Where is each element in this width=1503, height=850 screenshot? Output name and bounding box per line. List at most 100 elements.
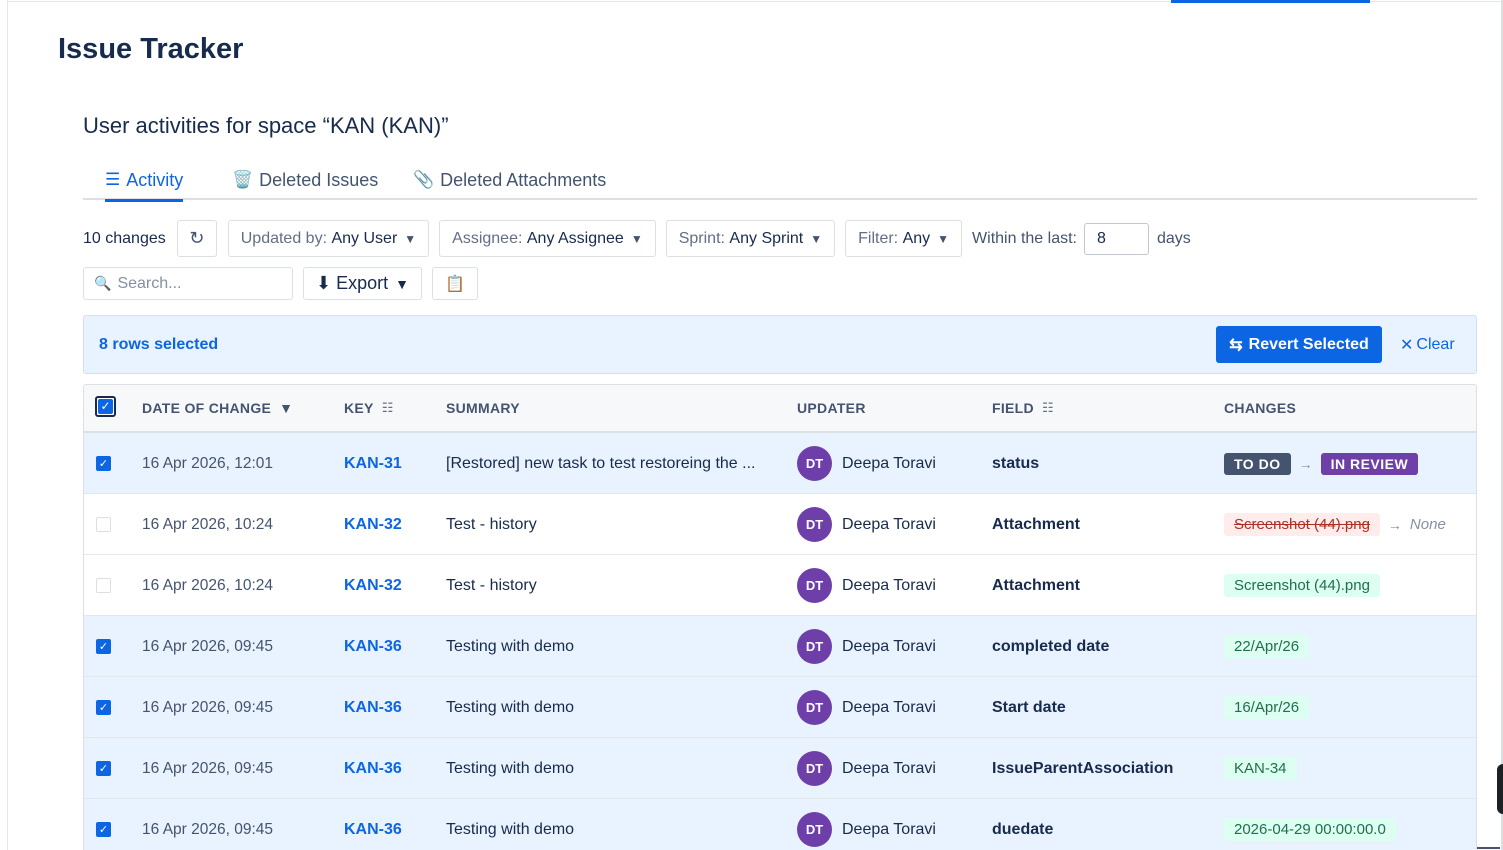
table-row[interactable]: ✓ 16 Apr 2026, 09:45 KAN-36 Testing with de… <box>84 799 1476 850</box>
arrow-right-icon: → <box>1387 516 1402 533</box>
revert-label: Revert Selected <box>1248 335 1369 353</box>
list-icon: ☰ <box>105 170 121 189</box>
chevron-down-icon: ▼ <box>395 275 409 292</box>
updater-name: Deepa Toravi <box>842 454 936 472</box>
change-values: KAN-34 <box>1224 738 1297 799</box>
check-icon: ✓ <box>98 763 109 775</box>
change-values: 16/Apr/26 <box>1224 677 1310 738</box>
changed-field: Start date <box>992 698 1066 716</box>
avatar: DT <box>797 568 832 603</box>
row-checkbox[interactable]: ✓ <box>96 700 111 715</box>
row-checkbox[interactable]: ✓ <box>96 761 111 776</box>
clear-button[interactable]: ✕ Clear <box>1400 335 1455 355</box>
added-value: Screenshot (44).png <box>1224 574 1380 597</box>
clipboard-icon: 📋 <box>445 275 465 293</box>
revert-selected-button[interactable]: ⇆ Revert Selected <box>1216 326 1382 363</box>
filter-dropdown[interactable]: Filter: Any ▼ <box>845 220 963 257</box>
changed-field: Attachment <box>992 576 1081 594</box>
updater: DT Deepa Toravi <box>797 616 936 677</box>
status-from-badge: TO DO <box>1224 452 1291 475</box>
status-to-badge: IN REVIEW <box>1320 452 1419 475</box>
issue-key-link[interactable]: KAN-32 <box>344 494 402 555</box>
assignee-value: Any Assignee <box>526 229 624 247</box>
check-icon: ✓ <box>98 702 109 714</box>
tab-deleted-issues[interactable]: 🗑️ Deleted Issues <box>232 160 378 200</box>
issue-key-link[interactable]: KAN-36 <box>344 677 402 738</box>
column-options-icon[interactable]: ☷ <box>1042 400 1054 416</box>
frame-left-border <box>7 0 8 850</box>
issue-key-link[interactable]: KAN-32 <box>344 555 402 616</box>
paperclip-icon: 📎 <box>413 170 435 189</box>
updated-by-dropdown[interactable]: Updated by: Any User ▼ <box>227 220 430 257</box>
check-icon: ✓ <box>98 641 109 653</box>
header-key-label: KEY <box>344 400 374 416</box>
added-value: 16/Apr/26 <box>1224 696 1310 719</box>
column-options-icon[interactable]: ☷ <box>382 400 394 416</box>
chevron-down-icon: ▼ <box>404 231 417 246</box>
updated-by-value: Any User <box>331 229 398 247</box>
trash-icon: 🗑️ <box>232 170 254 189</box>
change-date: 16 Apr 2026, 10:24 <box>142 515 274 533</box>
avatar: DT <box>797 812 832 847</box>
issue-summary: Test - history <box>446 576 537 594</box>
updater: DT Deepa Toravi <box>797 738 936 799</box>
updater-name: Deepa Toravi <box>842 759 936 777</box>
header-field[interactable]: FIELD ☷ <box>992 400 1054 416</box>
change-date: 16 Apr 2026, 09:45 <box>142 698 274 716</box>
header-field-label: FIELD <box>992 400 1034 416</box>
search-box: 🔍 <box>83 267 293 300</box>
changed-field: Attachment <box>992 515 1081 533</box>
tab-deleted-attachments[interactable]: 📎 Deleted Attachments <box>413 160 606 200</box>
issue-summary: [Restored] new task to test restoreing t… <box>446 454 756 472</box>
row-checkbox[interactable]: ✓ <box>96 456 111 471</box>
row-checkbox-cell: ✓ <box>96 616 111 677</box>
search-icon: 🔍 <box>94 275 112 291</box>
refresh-icon: ↻ <box>189 228 205 248</box>
issue-key-link[interactable]: KAN-36 <box>344 616 402 677</box>
tab-activity[interactable]: ☰ Activity <box>105 160 184 202</box>
app-title: Issue Tracker <box>58 33 244 65</box>
export-button[interactable]: ⬇ Export ▼ <box>303 267 422 300</box>
row-checkbox[interactable]: ✓ <box>96 822 111 837</box>
issue-summary: Testing with demo <box>446 637 575 655</box>
row-checkbox[interactable] <box>96 578 111 593</box>
header-summary: SUMMARY <box>446 400 520 416</box>
filter-bar: 10 changes ↻ Updated by: Any User ▼ Assi… <box>83 220 1191 257</box>
row-checkbox[interactable] <box>96 517 111 532</box>
search-input[interactable] <box>117 274 278 293</box>
table-row[interactable]: 16 Apr 2026, 10:24 KAN-32 Test - history DT… <box>84 494 1476 555</box>
updater-name: Deepa Toravi <box>842 820 936 838</box>
copy-button[interactable]: 📋 <box>431 267 478 300</box>
header-key[interactable]: KEY ☷ <box>344 400 394 416</box>
scrollbar-handle[interactable] <box>1497 764 1503 814</box>
table-row[interactable]: ✓ 16 Apr 2026, 12:01 KAN-31 [Restored] new … <box>84 433 1476 494</box>
row-checkbox-cell: ✓ <box>96 677 111 738</box>
issue-key-link[interactable]: KAN-36 <box>344 738 402 799</box>
header-date[interactable]: DATE OF CHANGE ▼ <box>142 400 293 416</box>
table-row[interactable]: ✓ 16 Apr 2026, 09:45 KAN-36 Testing with de… <box>84 738 1476 799</box>
activity-table: ✓ DATE OF CHANGE ▼ KEY ☷ SUMMARY UPDATER… <box>83 384 1477 850</box>
issue-key-link[interactable]: KAN-31 <box>344 433 402 494</box>
check-icon: ✓ <box>98 458 109 470</box>
days-label: days <box>1156 229 1191 247</box>
close-icon: ✕ <box>1400 337 1414 354</box>
issue-summary: Test - history <box>446 515 537 533</box>
refresh-button[interactable]: ↻ <box>176 220 217 257</box>
days-input[interactable] <box>1083 222 1149 255</box>
avatar: DT <box>797 446 832 481</box>
filter-value: Any <box>902 229 931 247</box>
table-row[interactable]: ✓ 16 Apr 2026, 09:45 KAN-36 Testing with de… <box>84 677 1476 738</box>
row-checkbox[interactable]: ✓ <box>96 639 111 654</box>
updater: DT Deepa Toravi <box>797 494 936 555</box>
updater: DT Deepa Toravi <box>797 799 936 850</box>
avatar: DT <box>797 690 832 725</box>
sprint-label: Sprint: <box>678 229 725 247</box>
sprint-dropdown[interactable]: Sprint: Any Sprint ▼ <box>665 220 836 257</box>
sprint-value: Any Sprint <box>729 229 804 247</box>
select-all-checkbox[interactable]: ✓ <box>95 396 116 417</box>
top-accent-bar <box>1171 0 1370 3</box>
table-row[interactable]: ✓ 16 Apr 2026, 09:45 KAN-36 Testing with de… <box>84 616 1476 677</box>
assignee-dropdown[interactable]: Assignee: Any Assignee ▼ <box>439 220 656 257</box>
table-row[interactable]: 16 Apr 2026, 10:24 KAN-32 Test - history DT… <box>84 555 1476 616</box>
issue-key-link[interactable]: KAN-36 <box>344 799 402 850</box>
